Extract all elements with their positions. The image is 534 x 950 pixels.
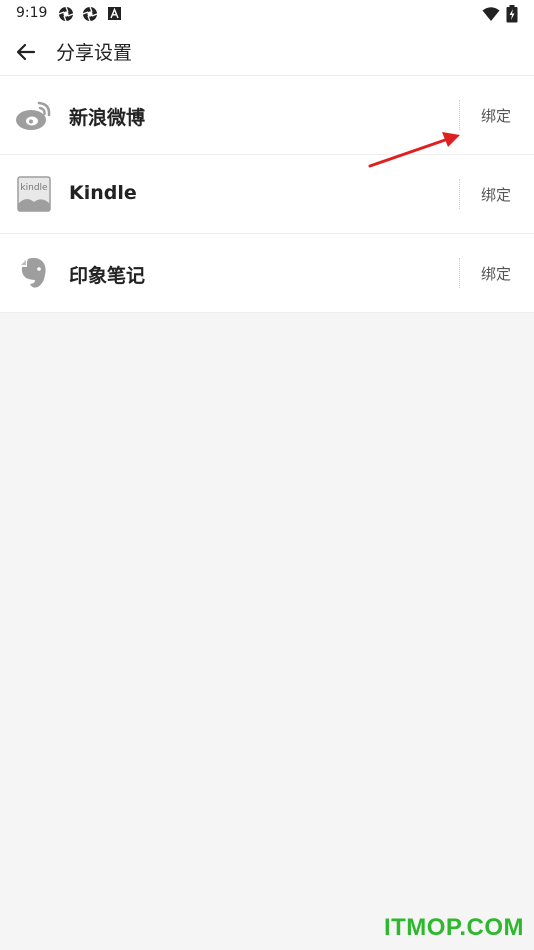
- wifi-icon: [482, 7, 500, 21]
- item-label: 印象笔记: [69, 265, 146, 287]
- svg-text:kindle: kindle: [20, 183, 48, 193]
- divider: [459, 179, 460, 209]
- annotation-arrow-icon: [368, 132, 460, 168]
- evernote-icon: [21, 257, 46, 288]
- bind-button[interactable]: 绑定: [481, 105, 511, 126]
- share-settings-list: 新浪微博 绑定 kindle Kindle 绑定 印象笔记 绑定: [0, 76, 534, 313]
- list-item-evernote[interactable]: 印象笔记 绑定: [0, 234, 534, 313]
- aperture-icon: [82, 6, 98, 22]
- page-title: 分享设置: [56, 42, 133, 64]
- status-bar: 9:19: [0, 0, 534, 28]
- weibo-icon: [16, 101, 51, 130]
- a-badge-icon: [108, 7, 121, 20]
- item-label: 新浪微博: [69, 107, 146, 129]
- divider: [459, 258, 460, 288]
- item-label: Kindle: [69, 182, 137, 204]
- aperture-icon: [58, 6, 74, 22]
- arrow-left-icon[interactable]: [12, 38, 40, 66]
- bind-button[interactable]: 绑定: [481, 184, 511, 205]
- kindle-icon: kindle: [17, 176, 51, 212]
- app-bar: 分享设置: [0, 28, 534, 76]
- status-time: 9:19: [16, 5, 48, 21]
- battery-charging-icon: [506, 5, 518, 23]
- bind-button[interactable]: 绑定: [481, 263, 511, 284]
- watermark: ITMOP.COM: [383, 914, 524, 941]
